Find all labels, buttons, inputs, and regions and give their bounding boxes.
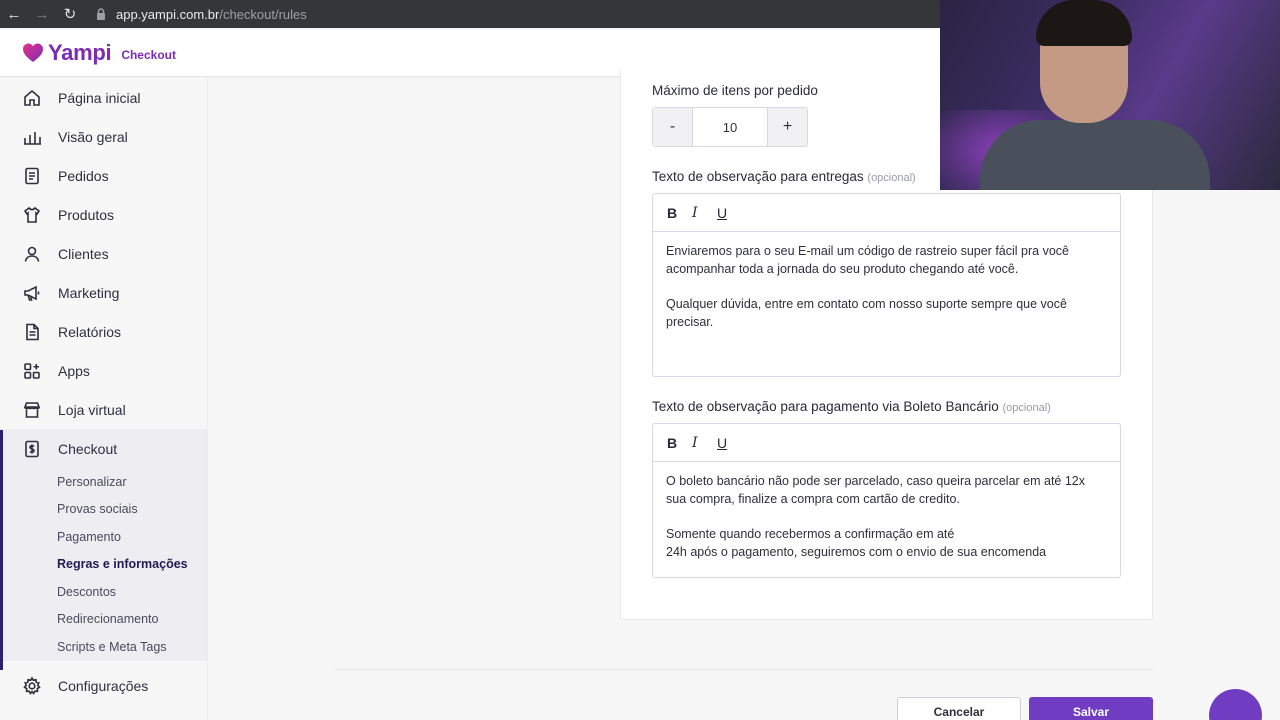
megaphone-icon xyxy=(24,285,40,301)
sidebar-item-products[interactable]: Produtos xyxy=(0,195,207,234)
brand-name: Yampi xyxy=(48,40,112,65)
sidebar-item-marketing[interactable]: Marketing xyxy=(0,273,207,312)
list-icon xyxy=(25,167,39,184)
text-line: Enviaremos para o seu E-mail um código d… xyxy=(666,244,1069,258)
apps-icon xyxy=(24,362,40,379)
delivery-note-textarea[interactable]: Enviaremos para o seu E-mail um código d… xyxy=(653,232,1120,343)
store-icon xyxy=(23,401,41,418)
gear-icon xyxy=(23,676,41,695)
sidebar-item-home[interactable]: Página inicial xyxy=(0,78,207,117)
text-line: 24h após o pagamento, seguiremos com o e… xyxy=(666,544,1047,559)
delivery-note-label: Texto de observação para entregas (opcio… xyxy=(652,169,916,184)
text-line: precisar. xyxy=(666,314,714,329)
sidebar-item-label: Visão geral xyxy=(58,128,128,145)
submenu-item-scripts[interactable]: Scripts e Meta Tags xyxy=(0,633,207,661)
logo[interactable]: Yampi Checkout xyxy=(22,40,176,66)
optional-tag: (opcional) xyxy=(1002,402,1051,414)
sidebar-item-label: Apps xyxy=(58,362,90,379)
address-bar[interactable]: app.yampi.com.br/checkout/rules xyxy=(94,7,307,22)
boleto-note-label: Texto de observação para pagamento via B… xyxy=(652,399,1051,414)
sidebar-item-customers[interactable]: Clientes xyxy=(0,234,207,273)
max-items-input[interactable]: 10 xyxy=(693,108,767,146)
editor-toolbar: B I U xyxy=(653,194,1120,232)
max-items-stepper: - 10 + xyxy=(652,107,808,147)
sidebar-item-label: Loja virtual xyxy=(58,401,126,418)
sidebar-item-label: Configurações xyxy=(58,678,149,694)
chart-icon xyxy=(24,131,41,145)
sidebar-item-checkout[interactable]: Checkout xyxy=(0,429,207,468)
reload-icon[interactable]: ↻ xyxy=(56,0,84,28)
submenu-item-discounts[interactable]: Descontos xyxy=(0,578,207,606)
increment-button[interactable]: + xyxy=(767,108,807,146)
sidebar-item-apps[interactable]: Apps xyxy=(0,351,207,390)
boleto-note-textarea[interactable]: O boleto bancário não pode ser parcelado… xyxy=(653,462,1120,573)
max-items-label: Máximo de itens por pedido xyxy=(652,83,818,98)
url-host: app.yampi.com.br xyxy=(116,6,220,22)
submenu-item-personalize[interactable]: Personalizar xyxy=(0,468,207,496)
sidebar-item-label: Relatórios xyxy=(58,323,122,340)
italic-button[interactable]: I xyxy=(692,435,717,451)
submenu-item-payment[interactable]: Pagamento xyxy=(0,523,207,551)
optional-tag: (opcional) xyxy=(867,172,916,184)
bold-button[interactable]: B xyxy=(667,205,692,221)
report-icon xyxy=(26,323,39,340)
sidebar-item-store[interactable]: Loja virtual xyxy=(0,390,207,429)
checkout-icon xyxy=(25,440,39,457)
home-icon xyxy=(24,89,40,106)
delivery-note-editor: B I U Enviaremos para o seu E-mail um có… xyxy=(652,193,1121,377)
text-line: Qualquer dúvida, entre em contato com no… xyxy=(666,297,1067,312)
shirt-icon xyxy=(23,206,41,223)
sidebar-item-overview[interactable]: Visão geral xyxy=(0,117,207,156)
text-line: sua compra, finalize a compra com cartão… xyxy=(666,491,960,506)
submenu-item-redirect[interactable]: Redirecionamento xyxy=(0,606,207,634)
delivery-note-title: Texto de observação para entregas xyxy=(652,169,864,184)
lock-icon xyxy=(97,8,105,20)
webcam-overlay xyxy=(940,0,1280,190)
sidebar-item-label: Checkout xyxy=(58,440,118,457)
underline-button[interactable]: U xyxy=(717,205,742,221)
brand-section: Checkout xyxy=(121,47,176,62)
sidebar-item-label: Produtos xyxy=(58,206,115,223)
decrement-button[interactable]: - xyxy=(653,108,693,146)
underline-button[interactable]: U xyxy=(717,435,742,451)
sidebar-item-label: Clientes xyxy=(58,245,109,262)
submenu-item-rules[interactable]: Regras e informações xyxy=(0,551,207,579)
footer-divider xyxy=(335,669,1153,670)
sidebar-item-label: Pedidos xyxy=(58,167,109,184)
url-path: /checkout/rules xyxy=(219,6,307,22)
boleto-note-editor: B I U O boleto bancário não pode ser par… xyxy=(652,423,1121,578)
user-icon xyxy=(24,246,40,262)
bold-button[interactable]: B xyxy=(667,435,692,451)
back-icon[interactable]: ← xyxy=(0,0,28,28)
heart-logo-icon xyxy=(23,43,43,62)
sidebar: Página inicial Visão geral Pedidos Produ… xyxy=(0,78,208,720)
checkout-submenu: Personalizar Provas sociais Pagamento Re… xyxy=(0,468,207,661)
active-indicator xyxy=(0,430,3,670)
sidebar-item-label: Marketing xyxy=(58,284,120,301)
sidebar-item-label: Página inicial xyxy=(58,89,141,106)
editor-toolbar: B I U xyxy=(653,424,1120,462)
sidebar-item-orders[interactable]: Pedidos xyxy=(0,156,207,195)
text-line: Somente quando recebermos a confirmação … xyxy=(666,527,955,542)
chat-widget-button[interactable] xyxy=(1209,689,1262,720)
text-line: acompanhar toda a jornada do seu produto… xyxy=(666,261,1019,276)
forward-icon[interactable]: → xyxy=(28,0,56,28)
submenu-item-social-proof[interactable]: Provas sociais xyxy=(0,496,207,524)
sidebar-item-reports[interactable]: Relatórios xyxy=(0,312,207,351)
cancel-button[interactable]: Cancelar xyxy=(897,697,1021,720)
boleto-note-title: Texto de observação para pagamento via B… xyxy=(652,399,999,414)
sidebar-item-settings[interactable]: Configurações xyxy=(0,667,207,706)
text-line: O boleto bancário não pode ser parcelado… xyxy=(666,474,1086,488)
italic-button[interactable]: I xyxy=(692,205,717,221)
save-button[interactable]: Salvar xyxy=(1029,697,1153,720)
